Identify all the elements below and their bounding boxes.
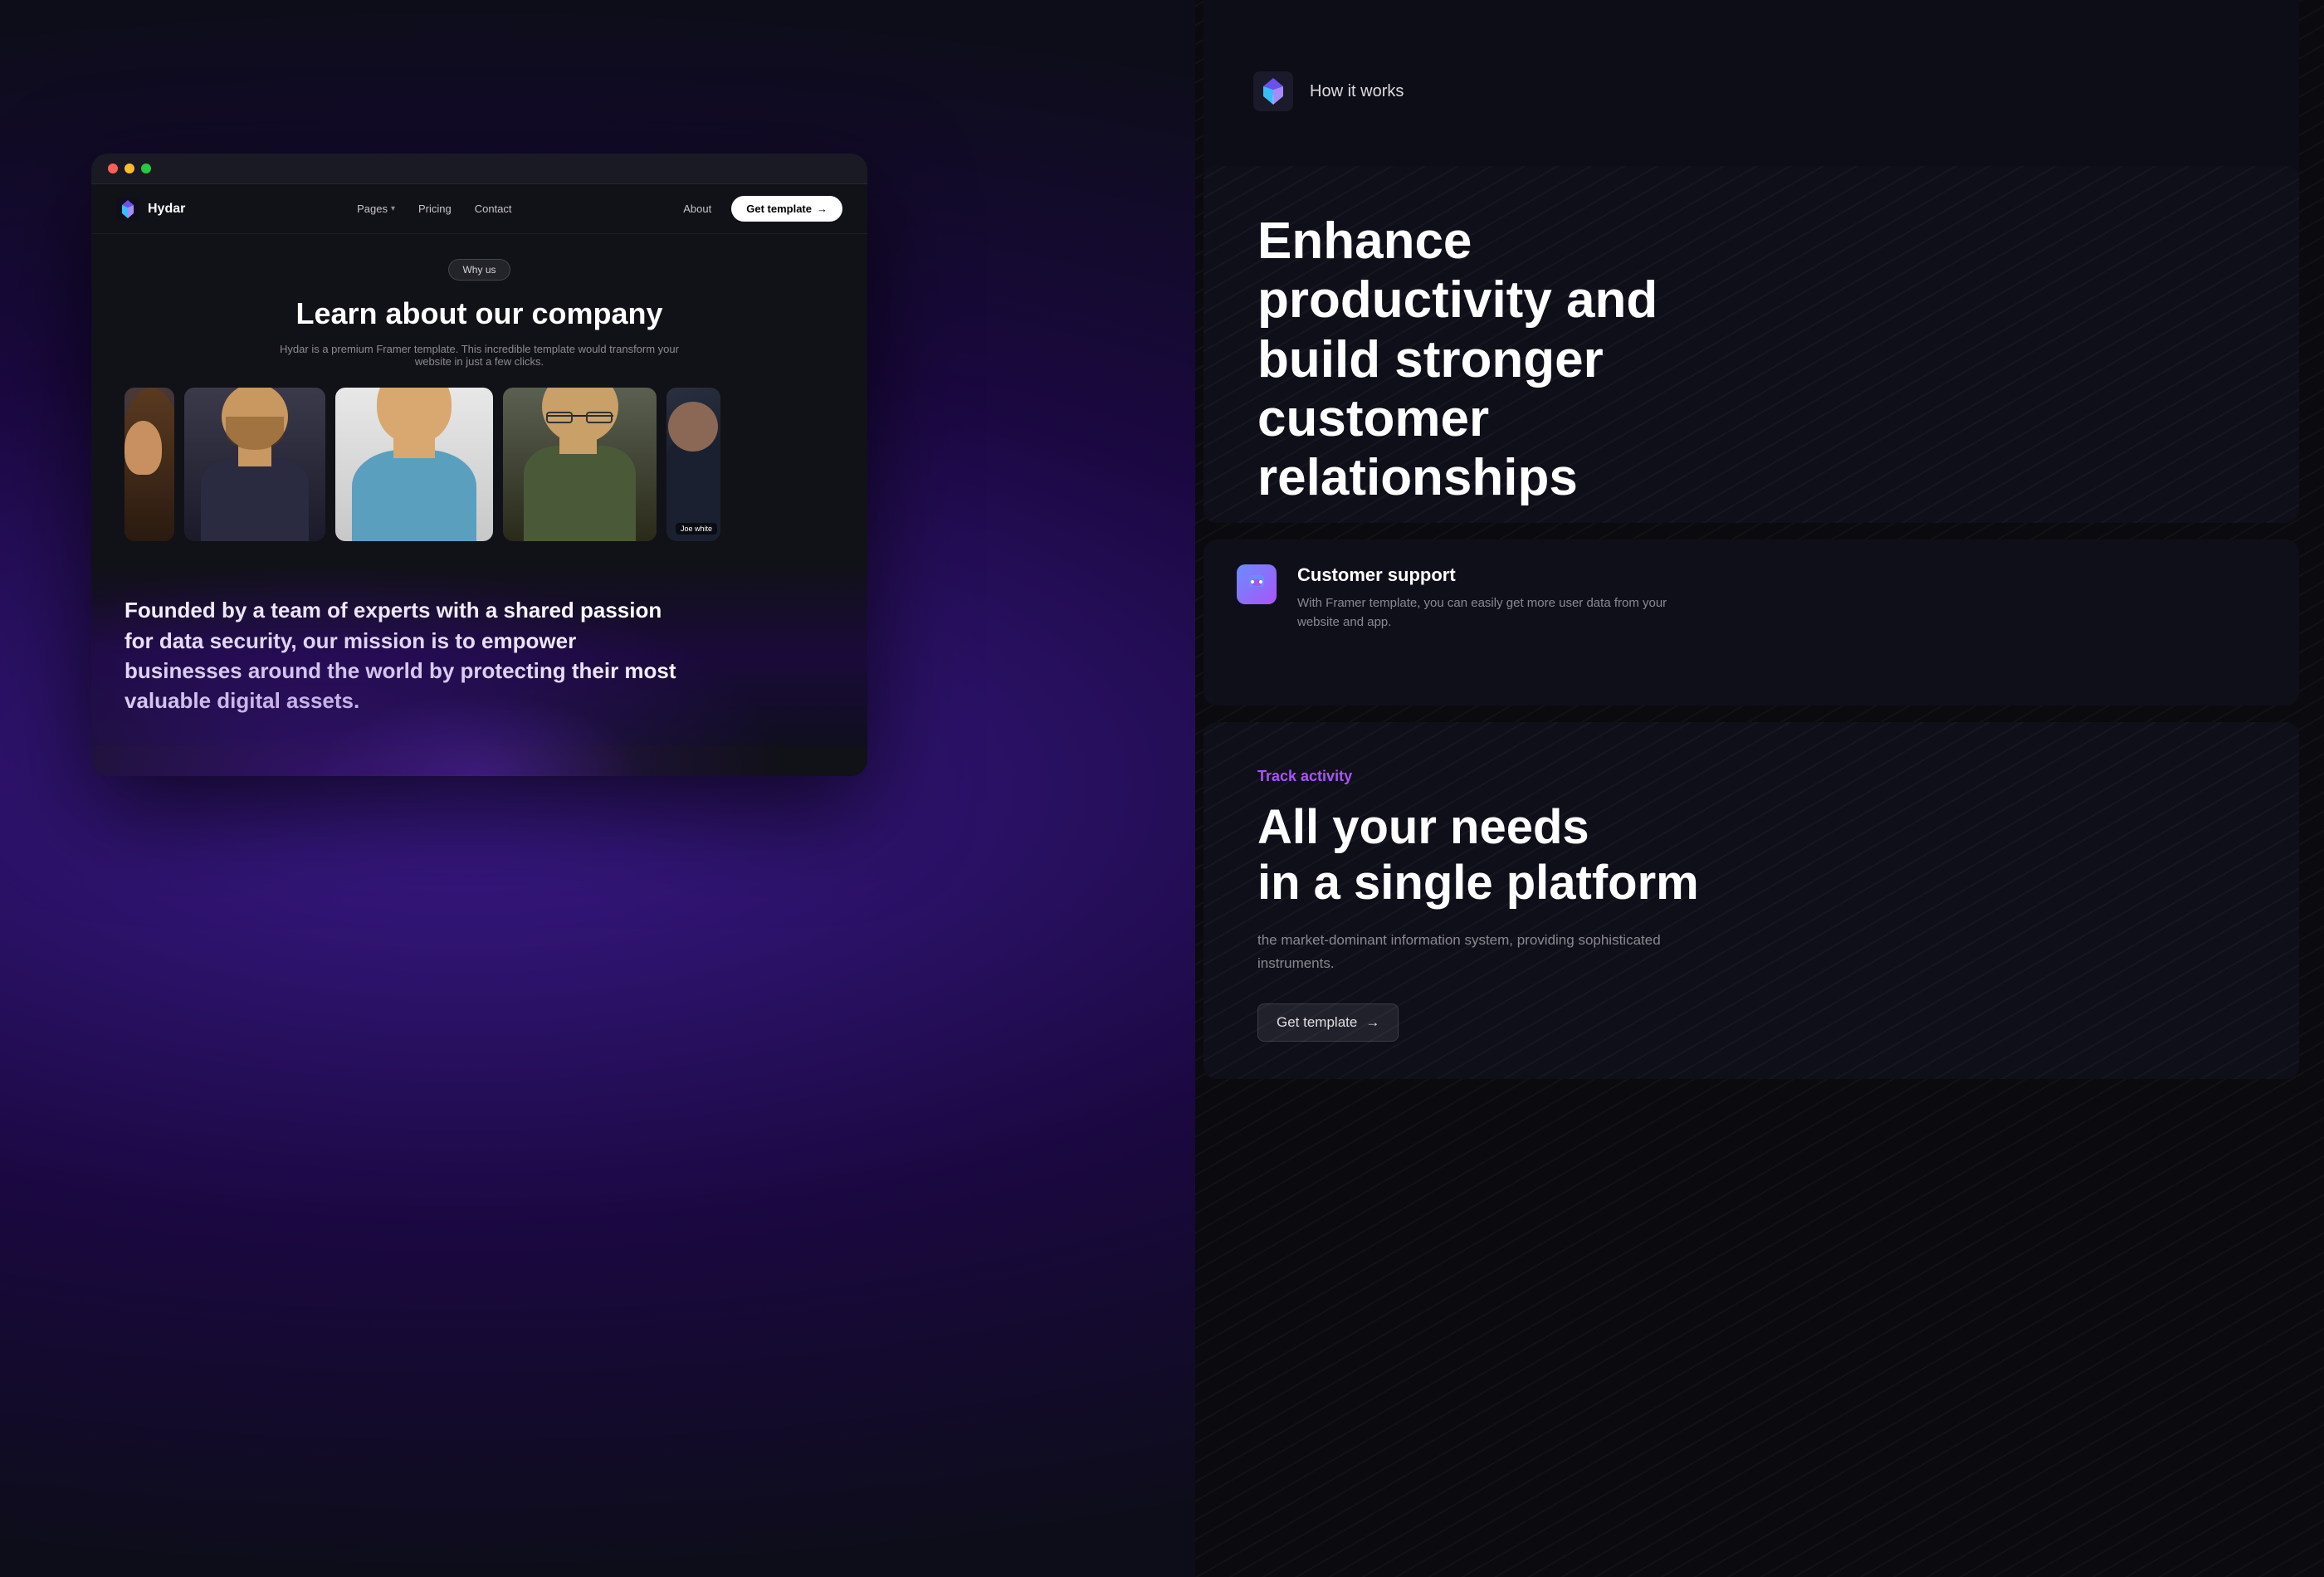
how-it-works-content: How it works — [1253, 71, 1404, 111]
customer-support-text: Customer support With Framer template, y… — [1297, 564, 1712, 632]
p4-body — [524, 446, 636, 541]
hero-subtitle: Hydar is a premium Framer template. This… — [272, 343, 687, 368]
track-label: Track activity — [1257, 768, 2245, 785]
team-photo-5: Joe white — [666, 388, 720, 541]
person-silhouette-3 — [335, 388, 493, 541]
nav-link-pages[interactable]: Pages ▾ — [357, 203, 395, 215]
enhance-productivity-card: Enhance productivity and build stronger … — [1204, 166, 2299, 523]
customer-support-description: With Framer template, you can easily get… — [1297, 594, 1712, 632]
team-photos-row: Joe white — [124, 388, 834, 541]
enhance-card-content: Enhance productivity and build stronger … — [1257, 212, 2245, 523]
p3-head — [377, 388, 452, 443]
how-it-works-card: How it works — [1204, 0, 2299, 183]
team-photo-2 — [184, 388, 325, 541]
track-title-line2: in a single platform — [1257, 856, 1699, 910]
hero-title: Learn about our company — [124, 295, 834, 331]
track-activity-card: Track activity All your needs in a singl… — [1204, 722, 2299, 1079]
team-photo-4 — [503, 388, 657, 541]
customer-support-icon — [1237, 564, 1277, 604]
nav-link-pricing-label: Pricing — [418, 203, 452, 215]
chevron-down-icon: ▾ — [391, 204, 395, 213]
nav-link-pricing[interactable]: Pricing — [418, 203, 452, 215]
enhance-title: Enhance productivity and build stronger … — [1257, 212, 1739, 507]
nav-cta-button[interactable]: Get template → — [731, 196, 842, 222]
team-photo-1 — [124, 388, 174, 541]
track-title-line1: All your needs — [1257, 800, 1589, 854]
how-it-works-label: How it works — [1310, 82, 1404, 101]
person-silhouette-5 — [666, 388, 720, 541]
track-title: All your needs in a single platform — [1257, 800, 1722, 911]
why-us-badge: Why us — [448, 259, 510, 281]
navbar: Hydar Pages ▾ Pricing Contact About Get … — [91, 184, 867, 234]
person-name-text-5: Joe white — [681, 525, 712, 533]
p2-body — [201, 458, 309, 541]
nav-link-contact-label: Contact — [475, 203, 512, 215]
browser-chrome — [91, 154, 867, 184]
person-name-badge-5: Joe white — [676, 523, 717, 535]
nav-link-contact[interactable]: Contact — [475, 203, 512, 215]
nav-right: About Get template → — [683, 196, 842, 222]
person-silhouette-1 — [124, 388, 174, 541]
glasses-left — [546, 412, 573, 423]
get-template-label: Get template — [1277, 1014, 1357, 1031]
p5-head — [668, 402, 718, 452]
nav-link-pages-label: Pages — [357, 203, 388, 215]
customer-support-card: Customer support With Framer template, y… — [1204, 540, 2299, 706]
team-photo-3 — [335, 388, 493, 541]
browser-dot-fullscreen[interactable] — [141, 164, 151, 173]
get-template-button[interactable]: Get template → — [1257, 1003, 1399, 1042]
browser-dot-close[interactable] — [108, 164, 118, 173]
person-silhouette-2 — [184, 388, 325, 541]
hydar-logo-icon — [1253, 71, 1293, 111]
nav-cta-label: Get template — [746, 203, 812, 215]
p3-body — [352, 450, 476, 541]
person-silhouette-4 — [503, 388, 657, 541]
p2-beard-shadow — [226, 417, 284, 450]
track-card-content: Track activity All your needs in a singl… — [1257, 768, 2245, 1042]
customer-support-title: Customer support — [1297, 564, 1712, 586]
nav-brand-name: Hydar — [148, 202, 185, 217]
hero-content: Why us Learn about our company Hydar is … — [91, 234, 867, 566]
person-face-1 — [124, 421, 162, 475]
get-template-arrow: → — [1365, 1014, 1379, 1031]
nav-links: Pages ▾ Pricing Contact — [357, 203, 511, 215]
nav-about-link[interactable]: About — [683, 203, 711, 215]
browser-window: Hydar Pages ▾ Pricing Contact About Get … — [91, 154, 867, 776]
browser-dot-minimize[interactable] — [124, 164, 134, 173]
glasses-right — [586, 412, 613, 423]
track-subtitle: the market-dominant information system, … — [1257, 929, 1706, 974]
founded-text: Founded by a team of experts with a shar… — [124, 595, 689, 716]
nav-brand: Hydar — [116, 198, 185, 221]
nav-cta-arrow: → — [817, 203, 828, 215]
nav-logo-icon — [116, 198, 139, 221]
